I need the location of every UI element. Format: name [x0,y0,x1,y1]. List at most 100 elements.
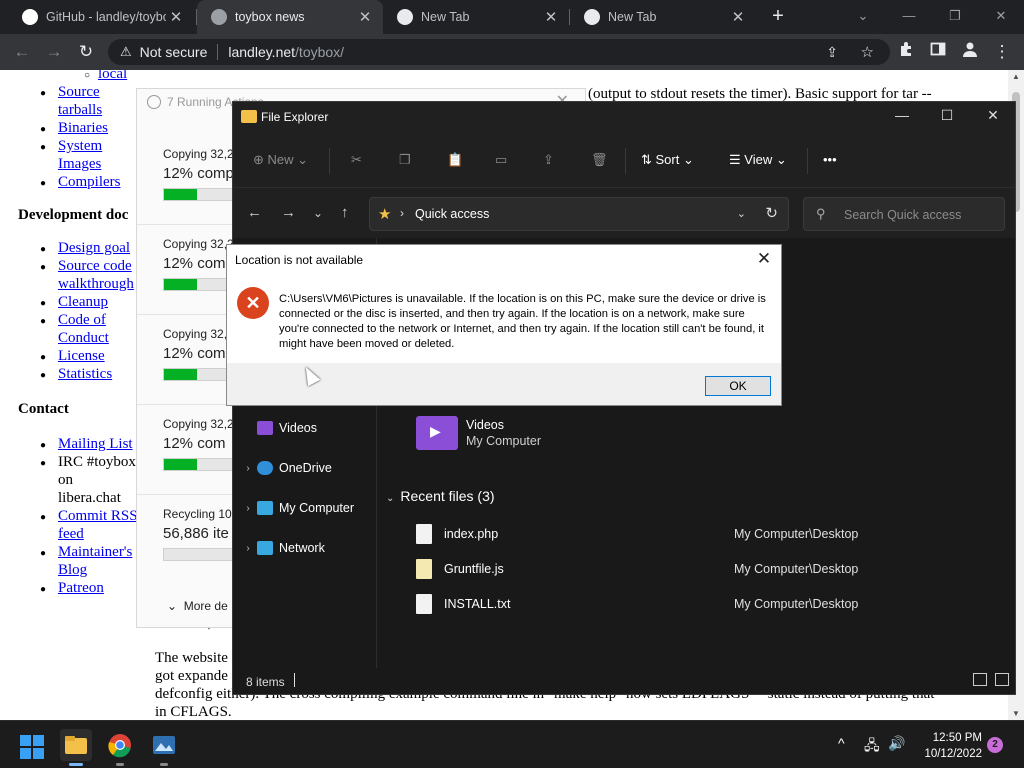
link-system-images[interactable]: System [58,137,102,155]
ok-button[interactable]: OK [705,376,771,396]
tab-close-icon[interactable]: ✕ [355,8,375,26]
volume-icon[interactable]: 🔊 [888,735,905,752]
tab-new-tab-2[interactable]: New Tab ✕ [570,0,756,34]
tab-github[interactable]: GitHub - landley/toybox ✕ [8,0,194,34]
share-icon[interactable]: ⇪ [543,152,554,168]
search-input[interactable]: ⚲ Search Quick access [803,197,1005,231]
rename-icon[interactable]: ▭ [495,152,507,168]
link-local[interactable]: local [98,70,127,83]
up-button[interactable]: ↑ [341,204,349,221]
copy-icon[interactable]: ❐ [399,152,411,168]
tiles-view-icon[interactable] [995,673,1009,686]
link-maintainer-blog[interactable]: Maintainer's [58,543,132,561]
tab-toybox-news[interactable]: toybox news ✕ [197,0,383,34]
paste-icon[interactable]: 📋 [447,152,463,168]
sidebar-item-label: OneDrive [279,461,332,475]
expand-arrow[interactable]: › [239,463,257,474]
sidebar-item-onedrive[interactable]: › OneDrive [233,456,332,480]
link-source-tarballs-2[interactable]: tarballs [58,101,102,119]
address-dropdown-icon[interactable]: ⌄ [737,207,746,220]
link-cleanup[interactable]: Cleanup [58,293,108,311]
link-statistics[interactable]: Statistics [58,365,112,383]
chrome-menu-button[interactable]: ⋮ [990,40,1014,64]
forward-button[interactable]: → [42,40,66,64]
link-commit-rss[interactable]: Commit RSS [58,507,138,525]
expand-arrow[interactable]: › [239,503,257,514]
notification-badge[interactable]: 2 [987,737,1003,753]
tab-new-tab-1[interactable]: New Tab ✕ [383,0,569,34]
bookmark-star-icon[interactable]: ☆ [861,43,874,61]
view-button[interactable]: ☰ View ⌄ [729,152,787,168]
security-label[interactable]: Not secure [140,44,208,60]
close-icon[interactable]: ✕ [753,249,775,269]
more-options-icon[interactable]: ••• [823,152,837,167]
new-button[interactable]: ⊕ New ⌄ [253,152,308,168]
link-system-images-2[interactable]: Images [58,155,101,173]
windows-start-icon[interactable] [20,735,44,759]
puzzle-icon[interactable] [894,40,918,64]
link-license[interactable]: License [58,347,105,365]
link-design-goals[interactable]: Design goal [58,239,130,257]
share-icon[interactable]: ⇪ [826,44,838,61]
close-button[interactable]: ✕ [979,107,1007,124]
tab-close-icon[interactable]: ✕ [541,8,561,26]
link-source-walkthrough-2[interactable]: walkthrough [58,275,134,293]
breadcrumb-chevron-icon[interactable]: › [400,206,404,220]
recent-files-header[interactable]: ⌄ Recent files (3) [386,488,495,504]
sort-button[interactable]: ⇅ Sort ⌄ [641,152,694,168]
link-patreon[interactable]: Patreon [58,579,104,597]
details-view-icon[interactable] [973,673,987,686]
forward-button[interactable]: → [281,204,296,221]
link-code-of-conduct[interactable]: Code of [58,311,106,329]
link-binaries[interactable]: Binaries [58,119,108,137]
cut-icon[interactable]: ✂ [351,152,362,168]
reload-button[interactable]: ↻ [74,40,98,64]
file-explorer-taskbar-button[interactable] [60,729,92,761]
breadcrumb-location[interactable]: Quick access [415,207,489,221]
new-tab-button[interactable]: + [766,4,790,28]
sidebar-item-videos[interactable]: Videos [233,416,317,440]
side-panel-icon[interactable] [926,40,950,64]
minimize-button[interactable]: — [888,107,916,123]
list-item[interactable]: index.php My Computer\Desktop [416,522,976,546]
quick-access-videos-tile[interactable]: Videos My Computer [416,416,541,450]
tab-search-button[interactable]: ⌄ [848,4,878,28]
warning-icon[interactable]: ⚠ [120,44,132,60]
back-button[interactable]: ← [247,204,262,221]
close-window-button[interactable]: ✕ [986,4,1016,28]
scroll-down-icon[interactable]: ▼ [1012,709,1020,718]
link-compilers[interactable]: Compilers [58,173,121,191]
delete-icon[interactable]: 🗑 [591,152,608,168]
link-source-walkthrough[interactable]: Source code [58,257,132,275]
sidebar-item-my-computer[interactable]: › My Computer [233,496,354,520]
link-maintainer-blog-2[interactable]: Blog [58,561,87,579]
restore-button[interactable]: ❐ [940,4,970,28]
address-bar[interactable]: ⚠ Not secure landley.net /toybox/ ⇪ ☆ [108,39,890,65]
link-mailing-list[interactable]: Mailing List [58,435,133,453]
more-details-button[interactable]: ⌄ More de [167,599,228,613]
sidebar-item-network[interactable]: › Network [233,536,325,560]
photos-taskbar-button[interactable] [148,729,180,761]
list-bullet: ● [40,262,47,273]
back-button[interactable]: ← [10,40,34,64]
network-status-icon[interactable]: 🖧 [864,735,880,759]
tab-close-icon[interactable]: ✕ [166,8,186,26]
list-item[interactable]: INSTALL.txt My Computer\Desktop [416,592,976,616]
link-source-tarballs[interactable]: Source [58,83,100,101]
scroll-up-icon[interactable]: ▲ [1012,72,1020,81]
list-bullet: ● [40,298,47,309]
recent-locations-button[interactable]: ⌄ [313,206,323,220]
link-commit-rss-2[interactable]: feed [58,525,84,543]
link-code-of-conduct-2[interactable]: Conduct [58,329,109,347]
maximize-button[interactable]: ☐ [933,107,961,124]
system-clock[interactable]: 12:50 PM 10/12/2022 [918,730,982,762]
chrome-taskbar-button[interactable] [104,729,136,761]
show-hidden-icons-button[interactable]: ^ [838,735,845,751]
person-icon[interactable] [958,40,982,64]
explorer-address-bar[interactable]: ★ › Quick access ⌄ ↻ [369,197,789,231]
tab-close-icon[interactable]: ✕ [728,8,748,26]
refresh-icon[interactable]: ↻ [765,204,778,222]
minimize-button[interactable]: — [894,4,924,28]
expand-arrow[interactable]: › [239,543,257,554]
list-item[interactable]: Gruntfile.js My Computer\Desktop [416,557,976,581]
